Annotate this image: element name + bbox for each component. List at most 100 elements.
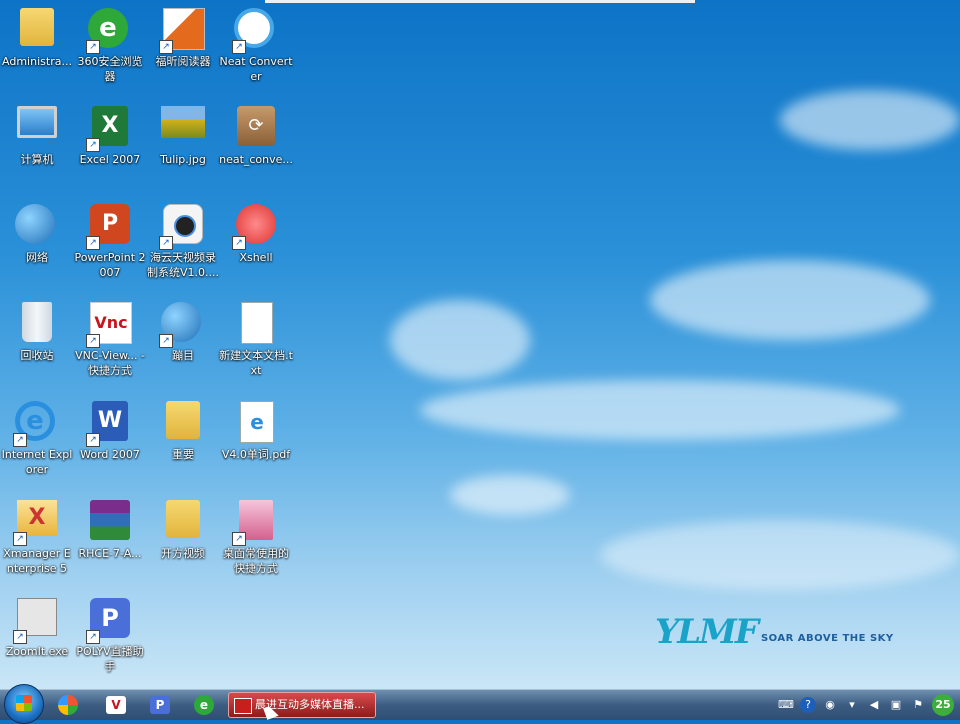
desktop-icon-26[interactable]: P ↗ POLYV直播助手: [73, 592, 147, 674]
desktop-icon-1[interactable]: Administra...: [0, 2, 74, 69]
shortcut-arrow-icon: ↗: [232, 532, 246, 546]
antivirus-icon[interactable]: ◉: [822, 697, 838, 713]
desktop-icon-label: 福昕阅读器: [155, 55, 211, 68]
network-status-icon[interactable]: ▣: [888, 697, 904, 713]
desktop-icon-21[interactable]: X ↗ Xmanager Enterprise 5: [0, 494, 74, 576]
desktop-icon-7[interactable]: Tulip.jpg: [146, 100, 220, 167]
desktop-icon-8[interactable]: ⟳ neat_conve...: [219, 100, 293, 167]
system-tray: ⌨ ? ◉ ▾ ◀ ▣ ⚑ 25: [778, 690, 960, 720]
desktop-icon-17[interactable]: e ↗ Internet Explorer: [0, 395, 74, 477]
desktop-icon-label: 网络: [26, 251, 48, 264]
desktop-icon-10[interactable]: P ↗ PowerPoint 2007: [73, 198, 147, 280]
browser-360-taskbar-icon[interactable]: e: [194, 695, 214, 715]
vnc-icon: Vnc ↗: [86, 302, 132, 348]
desktop-icon-label: Internet Explorer: [1, 448, 73, 476]
tray-expand-icon[interactable]: ▾: [844, 697, 860, 713]
desktop-icon-label: RHCE-7-A...: [78, 547, 142, 560]
desktop-icon-label: Xmanager Enterprise 5: [3, 547, 71, 575]
blue-app-icon: ↗: [159, 302, 205, 348]
desktop-icon-9[interactable]: 网络: [0, 198, 74, 265]
desktop-icon-4[interactable]: ↗ Neat Converter: [219, 2, 293, 84]
shortcut-arrow-icon: ↗: [86, 630, 100, 644]
desktop-icon-label: Neat Converter: [219, 55, 293, 83]
desktop-icon-18[interactable]: W ↗ Word 2007: [73, 395, 147, 462]
desktop-icon-13[interactable]: 回收站: [0, 296, 74, 363]
word-icon: W ↗: [86, 401, 132, 447]
shortcut-arrow-icon: ↗: [13, 532, 27, 546]
desktop-icon-label: 海云天视频录制系统V1.0....: [146, 251, 219, 279]
desktop-icon-label: 蹦目: [172, 349, 194, 362]
window-edge: [265, 0, 695, 3]
desktop-icon-11[interactable]: ↗ 海云天视频录制系统V1.0....: [146, 198, 220, 280]
winrar-icon: [88, 500, 132, 544]
image-file-icon: [161, 106, 205, 150]
desktop-icon-label: Tulip.jpg: [160, 153, 206, 166]
start-button[interactable]: [4, 684, 44, 724]
color-app-icon[interactable]: [58, 695, 78, 715]
shortcut-arrow-icon: ↗: [159, 236, 173, 250]
desktop-icon-14[interactable]: Vnc ↗ VNC-View... - 快捷方式: [73, 296, 147, 378]
desktop-icon-20[interactable]: e V4.0单词.pdf: [219, 395, 293, 462]
shortcut-folder-icon: ↗: [232, 500, 278, 546]
windows-logo-icon: [16, 695, 32, 711]
desktop-icon-label: Word 2007: [80, 448, 140, 461]
desktop-icon-19[interactable]: 重要: [146, 395, 220, 462]
desktop-icon-label: Excel 2007: [79, 153, 141, 166]
action-center-icon[interactable]: ⚑: [910, 697, 926, 713]
network-icon: [15, 204, 59, 248]
desktop-icon-23[interactable]: 开方视频: [146, 494, 220, 561]
desktop-icon-5[interactable]: 计算机: [0, 100, 74, 167]
taskbar: V P e 晨进互动多媒体直播... ⌨ ? ◉ ▾ ◀ ▣ ⚑ 25: [0, 684, 960, 724]
desktop-icon-12[interactable]: ↗ Xshell: [219, 198, 293, 265]
keyboard-icon[interactable]: ⌨: [778, 697, 794, 713]
desktop-icon-2[interactable]: e ↗ 360安全浏览器: [73, 2, 147, 84]
shortcut-arrow-icon: ↗: [86, 138, 100, 152]
desktop-icon-label: 回收站: [20, 349, 54, 362]
polyv-icon: P ↗: [86, 598, 132, 644]
desktop-icon-25[interactable]: ↗ ZoomIt.exe: [0, 592, 74, 659]
desktop-icon-label: POLYV直播助手: [76, 645, 144, 673]
desktop-icon-label: 开方视频: [161, 547, 205, 560]
volume-icon[interactable]: ◀: [866, 697, 882, 713]
desktop-icon-label: Xshell: [239, 251, 273, 264]
shortcut-arrow-icon: ↗: [232, 40, 246, 54]
polyv-taskbar-icon[interactable]: P: [150, 696, 170, 714]
video-icon: [234, 698, 252, 714]
desktop-icon-label: ZoomIt.exe: [5, 645, 69, 658]
neat-converter-icon: ↗: [232, 8, 278, 54]
shortcut-arrow-icon: ↗: [159, 40, 173, 54]
powerpoint-icon: P ↗: [86, 204, 132, 250]
internet-explorer-icon: e ↗: [13, 401, 59, 447]
desktop-icon-24[interactable]: ↗ 桌面常使用的快捷方式: [219, 494, 293, 576]
desktop-icon-label: 桌面常使用的快捷方式: [223, 547, 289, 575]
desktop-icon-22[interactable]: RHCE-7-A...: [73, 494, 147, 561]
folder-icon: [161, 401, 205, 445]
desktop-icon-label: VNC-View... - 快捷方式: [75, 349, 145, 377]
desktop-icon-label: 重要: [172, 448, 194, 461]
shortcut-arrow-icon: ↗: [86, 433, 100, 447]
shortcut-arrow-icon: ↗: [232, 236, 246, 250]
desktop-icon-label: 360安全浏览器: [77, 55, 143, 83]
pdf-file-icon: e: [234, 401, 278, 445]
excel-icon: X ↗: [86, 106, 132, 152]
desktop-icon-6[interactable]: X ↗ Excel 2007: [73, 100, 147, 167]
desktop-icon-16[interactable]: 新建文本文档.txt: [219, 296, 293, 378]
clock-badge[interactable]: 25: [932, 694, 954, 716]
xshell-icon: ↗: [232, 204, 278, 250]
desktop-icon-label: 计算机: [20, 153, 54, 166]
zoomit-icon: ↗: [13, 598, 59, 644]
help-icon[interactable]: ?: [800, 697, 816, 713]
logo-text: YLMF: [655, 612, 759, 652]
logo-tagline: SOAR ABOVE THE SKY: [760, 632, 894, 644]
taskbar-active-window[interactable]: 晨进互动多媒体直播...: [228, 692, 376, 718]
desktop-icon-label: Administra...: [2, 55, 72, 68]
desktop-icon-15[interactable]: ↗ 蹦目: [146, 296, 220, 363]
recycle-bin-icon: [15, 302, 59, 346]
shortcut-arrow-icon: ↗: [86, 40, 100, 54]
text-file-icon: [234, 302, 278, 346]
desktop-icon-label: V4.0单词.pdf: [221, 448, 291, 461]
archive-icon: ⟳: [234, 106, 278, 150]
desktop-icon-3[interactable]: ↗ 福昕阅读器: [146, 2, 220, 69]
shortcut-arrow-icon: ↗: [86, 334, 100, 348]
vnc-taskbar-icon[interactable]: V: [106, 696, 126, 714]
